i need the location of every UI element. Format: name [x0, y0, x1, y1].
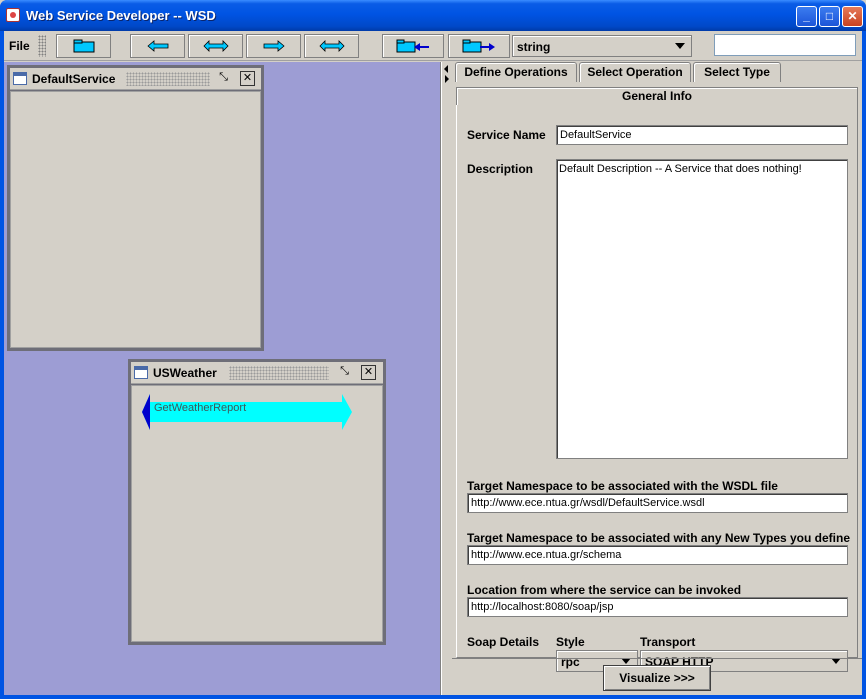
- properties-panel: Define Operations Select Operation Selec…: [452, 62, 862, 695]
- add-operation-button[interactable]: [304, 34, 359, 58]
- add-input-button[interactable]: [130, 34, 185, 58]
- import-button[interactable]: [382, 34, 444, 58]
- type-select[interactable]: string: [512, 35, 692, 57]
- frame-usweather[interactable]: USWeather ⤡ ✕ GetWeatherReport: [128, 359, 386, 645]
- title-grip: [126, 72, 210, 86]
- window-title: Web Service Developer -- WSD: [26, 8, 216, 23]
- close-icon[interactable]: ✕: [361, 365, 376, 380]
- service-name-field[interactable]: DefaultService: [556, 125, 848, 145]
- app-window: Web Service Developer -- WSD _ □ ✕ File: [0, 0, 866, 699]
- description-field[interactable]: Default Description -- A Service that do…: [556, 159, 848, 459]
- tab-select-operation[interactable]: Select Operation: [579, 62, 691, 82]
- general-info-content: Service Name DefaultService Description …: [456, 105, 858, 672]
- description-label: Description: [467, 162, 534, 176]
- collapse-right-icon[interactable]: [445, 75, 449, 83]
- frame-title-bar[interactable]: DefaultService ⤡ ✕: [10, 68, 261, 90]
- export-button[interactable]: [448, 34, 510, 58]
- operation-label[interactable]: GetWeatherReport: [154, 402, 246, 414]
- collapse-left-icon[interactable]: [444, 65, 448, 73]
- add-inout-button[interactable]: [188, 34, 243, 58]
- restore-icon[interactable]: ⤡: [337, 365, 352, 380]
- arrow-left-icon: [146, 40, 168, 52]
- tab-define-operations[interactable]: Define Operations: [455, 62, 577, 82]
- chevron-down-icon: [675, 43, 685, 49]
- frame-default-service[interactable]: DefaultService ⤡ ✕: [7, 65, 264, 351]
- frame-title: USWeather: [153, 366, 217, 380]
- types-namespace-field[interactable]: http://www.ece.ntua.gr/schema: [467, 545, 848, 565]
- folder-export-icon: [462, 39, 495, 53]
- soap-details-label: Soap Details: [467, 635, 540, 649]
- title-bar[interactable]: Web Service Developer -- WSD _ □ ✕: [0, 0, 866, 31]
- visualize-button[interactable]: Visualize >>>: [603, 665, 711, 691]
- menu-file[interactable]: File: [9, 39, 30, 53]
- maximize-button[interactable]: □: [819, 6, 840, 27]
- toolbar: File string: [4, 31, 862, 61]
- style-label: Style: [556, 635, 585, 649]
- wsdl-namespace-label: Target Namespace to be associated with t…: [467, 479, 778, 493]
- frame-title: DefaultService: [32, 72, 116, 86]
- wsdl-namespace-field[interactable]: http://www.ece.ntua.gr/wsdl/DefaultServi…: [467, 493, 848, 513]
- arrow-right-icon: [263, 40, 285, 52]
- desktop-pane: DefaultService ⤡ ✕ USWeather ⤡ ✕ GetWeat…: [4, 62, 441, 695]
- title-grip: [229, 366, 329, 380]
- type-select-value: string: [517, 40, 551, 54]
- window-icon: [134, 366, 148, 379]
- arrow-both-icon: [202, 40, 229, 52]
- location-field[interactable]: http://localhost:8080/soap/jsp: [467, 597, 848, 617]
- add-output-button[interactable]: [246, 34, 301, 58]
- folder-icon: [73, 39, 94, 53]
- close-button[interactable]: ✕: [842, 6, 863, 27]
- toolbar-grip[interactable]: [38, 35, 46, 57]
- divider: [452, 658, 862, 659]
- tab-general-info[interactable]: General Info: [456, 87, 858, 105]
- close-icon[interactable]: ✕: [240, 71, 255, 86]
- restore-icon[interactable]: ⤡: [216, 71, 231, 86]
- frame-body: [10, 91, 261, 348]
- frame-title-bar[interactable]: USWeather ⤡ ✕: [131, 362, 383, 384]
- toolbar-input[interactable]: [714, 34, 856, 56]
- tab-select-type[interactable]: Select Type: [693, 62, 781, 82]
- transport-label: Transport: [640, 635, 696, 649]
- new-service-button[interactable]: [56, 34, 111, 58]
- arrow-both-icon: [318, 40, 345, 52]
- app-icon: [6, 8, 20, 22]
- client-area: File string DefaultService ⤡ ✕ USWeather…: [4, 31, 862, 695]
- folder-import-icon: [396, 39, 429, 53]
- minimize-button[interactable]: _: [796, 6, 817, 27]
- split-divider[interactable]: [441, 62, 451, 695]
- window-icon: [13, 72, 27, 85]
- service-name-label: Service Name: [467, 128, 546, 142]
- frame-body: GetWeatherReport: [131, 385, 383, 642]
- location-label: Location from where the service can be i…: [467, 583, 742, 597]
- types-namespace-label: Target Namespace to be associated with a…: [467, 531, 851, 545]
